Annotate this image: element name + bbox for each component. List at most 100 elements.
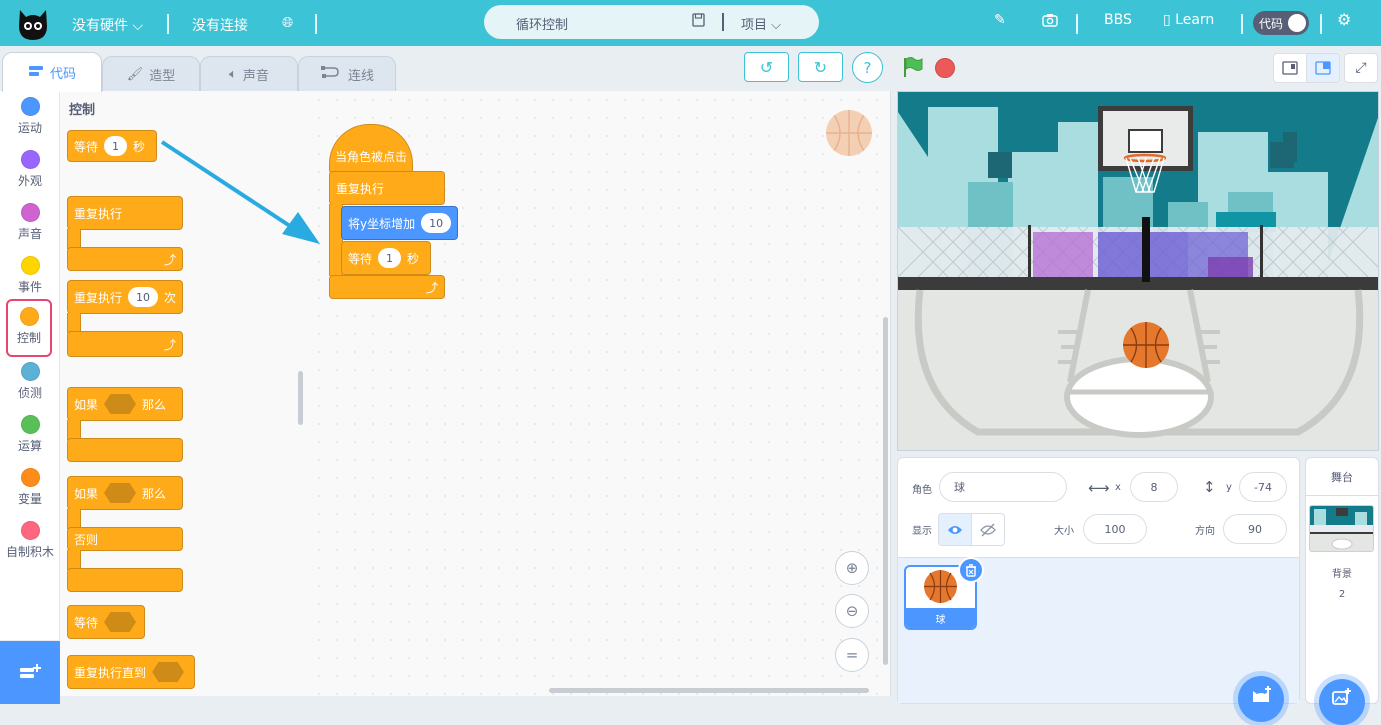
category-looks[interactable]: 外观 bbox=[0, 144, 60, 196]
category-label: 控制 bbox=[16, 331, 41, 345]
camera-icon[interactable] bbox=[1042, 13, 1058, 31]
if-block-bottom[interactable] bbox=[67, 438, 183, 462]
show-button[interactable] bbox=[938, 513, 972, 546]
stage-panel-title: 舞台 bbox=[1306, 458, 1378, 496]
if-else-block-bottom[interactable] bbox=[67, 568, 183, 592]
category-variables[interactable]: 变量 bbox=[0, 462, 60, 514]
category-sensing[interactable]: 侦测 bbox=[0, 356, 60, 408]
eye-off-icon bbox=[980, 523, 996, 536]
category-control[interactable]: 控制 bbox=[6, 299, 52, 357]
tutorial-arrow-icon bbox=[160, 140, 320, 244]
bbs-link[interactable]: BBS bbox=[1104, 12, 1132, 28]
wait-block[interactable]: 等待 1 秒 bbox=[67, 130, 157, 162]
block-label: 那么 bbox=[142, 397, 167, 412]
forever-block[interactable]: 重复执行 bbox=[329, 171, 445, 205]
connection-menu[interactable]: 没有连接 bbox=[192, 15, 248, 35]
block-input[interactable]: 1 bbox=[104, 136, 128, 156]
small-stage-button[interactable] bbox=[1273, 53, 1307, 83]
zoom-out-icon: ⊖ bbox=[845, 602, 859, 620]
project-title[interactable]: 循环控制 bbox=[516, 14, 568, 33]
tab-costumes[interactable]: 🖌︎ 造型 bbox=[102, 56, 200, 92]
script-workspace[interactable]: 当角色被点击 重复执行 将y坐标增加 10 等待 1 秒 ⤴ ⊕ ⊖ = bbox=[310, 91, 891, 696]
category-motion[interactable]: 运动 bbox=[0, 91, 60, 143]
learn-link[interactable]: ▯ Learn bbox=[1163, 12, 1214, 28]
category-my-blocks[interactable]: 自制积木 bbox=[0, 515, 60, 567]
pencil-icon[interactable]: ✎ bbox=[994, 12, 1006, 28]
forever-block-bottom[interactable]: ⤴ bbox=[329, 275, 445, 299]
if-block-top[interactable]: 如果 那么 bbox=[67, 387, 183, 421]
repeat-block-bottom[interactable]: ⤴ bbox=[67, 331, 183, 357]
condition-slot[interactable] bbox=[104, 612, 137, 632]
tab-sounds[interactable]: 🔈︎ 声音 bbox=[200, 56, 298, 92]
else-section[interactable]: 否则 bbox=[67, 527, 183, 551]
project-menu[interactable]: 项目 ⌵ bbox=[741, 14, 781, 33]
category-label: 变量 bbox=[17, 492, 42, 506]
x-label: x bbox=[1115, 482, 1121, 493]
category-dot bbox=[20, 150, 40, 169]
hardware-menu[interactable]: 没有硬件 ⌵ bbox=[72, 15, 143, 35]
condition-slot[interactable] bbox=[104, 483, 137, 503]
fullscreen-button[interactable]: ⤢ bbox=[1344, 53, 1378, 83]
repeat-block-top[interactable]: 重复执行 10 次 bbox=[67, 280, 183, 314]
hat-block[interactable]: 当角色被点击 bbox=[329, 124, 413, 174]
y-input[interactable]: -74 bbox=[1239, 472, 1287, 502]
block-input[interactable]: 10 bbox=[421, 213, 452, 233]
workspace-vertical-scrollbar[interactable] bbox=[883, 317, 888, 665]
code-toggle[interactable]: 代码 bbox=[1253, 11, 1309, 35]
if-else-block-top[interactable]: 如果 那么 bbox=[67, 476, 183, 510]
repeat-until-block[interactable]: 重复执行直到 bbox=[67, 655, 195, 689]
tab-code[interactable]: 代码 bbox=[2, 52, 102, 92]
stage-canvas[interactable] bbox=[897, 91, 1379, 451]
direction-input[interactable]: 90 bbox=[1223, 514, 1287, 544]
normal-stage-button[interactable] bbox=[1306, 53, 1340, 83]
c-block-arm bbox=[67, 550, 81, 570]
change-y-block[interactable]: 将y坐标增加 10 bbox=[341, 206, 458, 240]
delete-sprite-button[interactable] bbox=[958, 557, 984, 583]
condition-slot[interactable] bbox=[104, 394, 137, 414]
wait-block[interactable]: 等待 1 秒 bbox=[341, 241, 431, 275]
zoom-reset-button[interactable]: = bbox=[835, 638, 869, 672]
divider bbox=[1320, 14, 1322, 34]
palette-scrollbar[interactable] bbox=[298, 371, 303, 425]
help-button[interactable]: ? bbox=[852, 52, 883, 83]
add-sprite-button[interactable] bbox=[1238, 676, 1284, 722]
divider bbox=[315, 14, 317, 34]
loop-arrow-icon: ⤴ bbox=[163, 253, 176, 267]
zoom-in-button[interactable]: ⊕ bbox=[835, 551, 869, 585]
block-label: 重复执行 bbox=[74, 206, 123, 221]
save-icon[interactable] bbox=[692, 13, 705, 31]
gear-icon[interactable]: ⚙ bbox=[1337, 10, 1351, 29]
category-events[interactable]: 事件 bbox=[0, 250, 60, 302]
block-input[interactable]: 1 bbox=[378, 248, 402, 268]
hide-button[interactable] bbox=[971, 513, 1005, 546]
forever-block-bottom[interactable]: ⤴ bbox=[67, 247, 183, 271]
tab-wiring[interactable]: 连线 bbox=[298, 56, 396, 92]
x-input[interactable]: 8 bbox=[1130, 472, 1178, 502]
redo-button[interactable]: ↻ bbox=[798, 52, 843, 82]
zoom-out-button[interactable]: ⊖ bbox=[835, 594, 869, 628]
wait-until-block[interactable]: 等待 bbox=[67, 605, 145, 639]
tab-sounds-label: 声音 bbox=[242, 69, 269, 84]
block-input[interactable]: 10 bbox=[128, 287, 159, 307]
green-flag-icon[interactable] bbox=[901, 56, 923, 82]
y-label: y bbox=[1226, 482, 1232, 493]
category-sound[interactable]: 声音 bbox=[0, 197, 60, 249]
tab-code-label: 代码 bbox=[49, 67, 76, 82]
stop-icon[interactable] bbox=[935, 58, 955, 78]
size-input[interactable]: 100 bbox=[1083, 514, 1147, 544]
undo-button[interactable]: ↺ bbox=[744, 52, 789, 82]
backdrop-thumbnail[interactable] bbox=[1309, 505, 1374, 552]
block-label: 那么 bbox=[142, 486, 167, 501]
globe-icon[interactable]: 🌐︎ bbox=[282, 15, 293, 31]
workspace-horizontal-scrollbar[interactable] bbox=[549, 688, 869, 693]
backdrop-count: 2 bbox=[1338, 589, 1346, 600]
category-operators[interactable]: 运算 bbox=[0, 409, 60, 461]
condition-slot[interactable] bbox=[152, 662, 185, 682]
sprite-name-input[interactable]: 球 bbox=[939, 472, 1067, 502]
sprite-label: 角色 bbox=[912, 485, 932, 496]
stage-select-panel[interactable]: 舞台 背景 2 bbox=[1305, 457, 1379, 725]
palette-heading: 控制 bbox=[69, 103, 96, 118]
add-backdrop-button[interactable] bbox=[1319, 679, 1365, 725]
logo-icon[interactable] bbox=[16, 4, 50, 42]
add-extension-button[interactable] bbox=[0, 641, 60, 704]
